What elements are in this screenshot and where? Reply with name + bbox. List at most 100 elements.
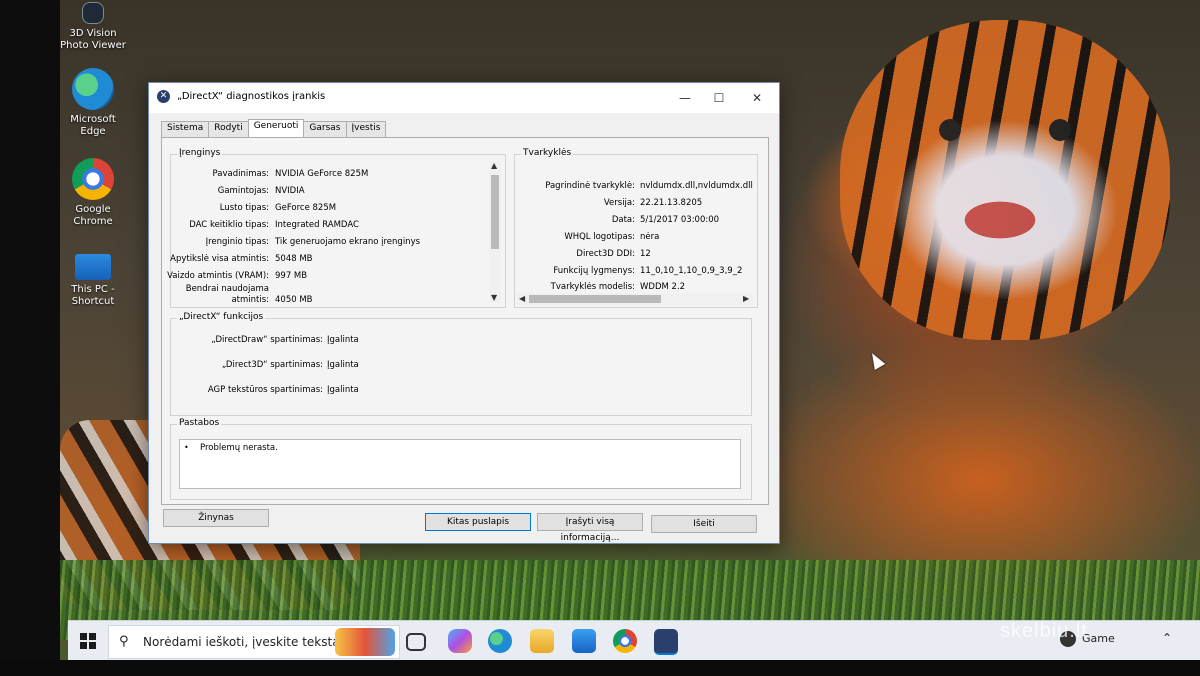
device-info-list[interactable]: Pavadinimas: NVIDIA GeForce 825M Gaminto…: [167, 155, 491, 307]
help-button[interactable]: Žinynas: [163, 509, 269, 527]
device-value: Tik generuojamo ekrano įrenginys: [275, 237, 421, 247]
device-value: NVIDIA: [275, 186, 305, 196]
device-value: 5048 MB: [275, 254, 313, 264]
driver-value: nėra: [640, 232, 660, 242]
device-value: Integrated RAMDAC: [275, 220, 359, 230]
scroll-up-icon[interactable]: ▲: [491, 161, 497, 170]
device-key: DAC keitiklio tipas:: [189, 220, 269, 230]
drivers-scrollbar[interactable]: ◀ ▶: [517, 293, 753, 305]
driver-key: Versija:: [603, 198, 635, 208]
driver-value: 22.21.13.8205: [640, 198, 703, 208]
scrollbar-thumb[interactable]: [491, 175, 499, 249]
driver-key: WHQL logotipas:: [564, 232, 635, 242]
mail-icon[interactable]: [572, 629, 596, 653]
search-icon: ⚲: [119, 634, 129, 649]
desktop-icon-label: Google Chrome: [73, 204, 113, 227]
start-button[interactable]: [80, 633, 96, 649]
save-all-info-button[interactable]: Įrašyti visą informaciją...: [537, 513, 643, 543]
scroll-left-icon[interactable]: ◀: [519, 294, 525, 303]
tab-panel-generuoti: Įrenginys Pavadinimas: NVIDIA GeForce 82…: [161, 137, 769, 505]
tab-ivestis[interactable]: Įvestis: [345, 121, 387, 137]
device-value: GeForce 825M: [275, 203, 337, 213]
device-key: Vaizdo atmintis (VRAM):: [167, 271, 269, 281]
drivers-group: Tvarkyklės Pagrindinė tvarkyklė: nvldumd…: [514, 148, 758, 308]
screen-bezel: [0, 0, 60, 676]
search-box[interactable]: ⚲ Norėdami ieškoti, įveskite tekstą: [108, 625, 400, 659]
feature-key: „Direct3D“ spartinimas:: [221, 360, 323, 370]
driver-key: Data:: [611, 215, 635, 225]
driver-value: 11_0,10_1,10_0,9_3,9_2: [640, 266, 743, 276]
feature-key: AGP tekstūros spartinimas:: [207, 385, 323, 395]
chrome-icon: [72, 158, 114, 200]
this-pc-icon: [75, 254, 111, 280]
device-key: Apytikslė visa atmintis:: [170, 254, 269, 264]
driver-value: 5/1/2017 03:00:00: [640, 215, 720, 225]
desktop-icon-3d-vision[interactable]: 3D Vision Photo Viewer: [58, 2, 128, 52]
scroll-down-icon[interactable]: ▼: [491, 293, 497, 302]
scroll-right-icon[interactable]: ▶: [743, 294, 749, 303]
tab-sistema[interactable]: Sistema: [161, 121, 210, 137]
driver-key: Tvarkyklės modelis:: [550, 282, 635, 291]
close-button[interactable]: ✕: [737, 87, 777, 109]
desktop-icon-this-pc[interactable]: This PC - Shortcut: [58, 246, 128, 308]
directx-diagnostic-window: ✕ „DirectX“ diagnostikos įrankis — ☐ ✕ S…: [148, 82, 780, 544]
device-value: NVIDIA GeForce 825M: [275, 169, 369, 179]
copilot-icon[interactable]: [448, 629, 472, 653]
drivers-info-list[interactable]: Pagrindinė tvarkyklė: nvldumdx.dll,nvldu…: [515, 155, 757, 291]
window-title: „DirectX“ diagnostikos įrankis: [177, 91, 326, 102]
exit-button[interactable]: Išeiti: [651, 515, 757, 533]
directx-icon: ✕: [157, 90, 170, 103]
driver-key: Funkcijų lygmenys:: [553, 266, 635, 276]
watermark-text: skelbiu.lt: [1000, 620, 1088, 642]
scrollbar-thumb[interactable]: [529, 295, 661, 303]
maximize-button[interactable]: ☐: [699, 87, 739, 109]
tab-rodyti[interactable]: Rodyti: [208, 121, 249, 137]
bullet-icon: •: [184, 443, 189, 452]
notes-textbox[interactable]: • Problemų nerasta.: [179, 439, 741, 489]
feature-value: Įgalinta: [327, 360, 359, 370]
directx-icon[interactable]: [654, 629, 678, 655]
edge-icon[interactable]: [488, 629, 512, 653]
feature-value: Įgalinta: [327, 385, 359, 395]
features-list: „DirectDraw“ spartinimas: Įgalinta „Dire…: [171, 319, 751, 415]
edge-icon: [72, 68, 114, 110]
notes-group: Pastabos • Problemų nerasta.: [170, 418, 752, 500]
title-bar[interactable]: ✕ „DirectX“ diagnostikos įrankis — ☐ ✕: [149, 83, 779, 113]
tab-garsas[interactable]: Garsas: [303, 121, 347, 137]
windows-logo-icon: [89, 633, 96, 640]
device-group: Įrenginys Pavadinimas: NVIDIA GeForce 82…: [167, 148, 506, 308]
driver-key: Pagrindinė tvarkyklė:: [545, 181, 635, 191]
tab-generuoti[interactable]: Generuoti: [247, 119, 305, 137]
chevron-up-icon[interactable]: ⌃: [1162, 631, 1172, 645]
desktop-icon-label: Microsoft Edge: [70, 114, 116, 137]
file-explorer-icon[interactable]: [530, 629, 554, 653]
search-placeholder: Norėdami ieškoti, įveskite tekstą: [143, 635, 340, 649]
next-page-button[interactable]: Kitas puslapis: [425, 513, 531, 531]
driver-value: nvldumdx.dll,nvldumdx.dll: [640, 181, 753, 191]
device-scrollbar[interactable]: ▲ ▼: [489, 161, 501, 303]
driver-value: 12: [640, 249, 651, 259]
device-key: Gamintojas:: [217, 186, 269, 196]
device-value: 997 MB: [275, 271, 308, 281]
device-key: Įrenginio tipas:: [205, 237, 269, 247]
driver-value: WDDM 2.2: [640, 282, 686, 291]
task-view-icon[interactable]: [406, 633, 426, 651]
feature-key: „DirectDraw“ spartinimas:: [211, 335, 323, 345]
tab-strip: Sistema Rodyti Generuoti Garsas Įvestis: [161, 119, 387, 137]
chrome-icon[interactable]: [613, 629, 637, 653]
notes-group-title: Pastabos: [177, 418, 222, 428]
notes-text: Problemų nerasta.: [200, 443, 278, 453]
device-key: Bendrai naudojama: [185, 284, 269, 294]
driver-key: Direct3D DDI:: [576, 249, 635, 259]
device-key: atmintis:: [231, 295, 269, 305]
device-key: Pavadinimas:: [212, 169, 269, 179]
directx-features-group: „DirectX“ funkcijos „DirectDraw“ spartin…: [170, 312, 752, 416]
search-highlight-icon: [335, 628, 395, 656]
screen-bezel: [0, 660, 1200, 676]
windows-logo-icon: [80, 642, 87, 649]
desktop-icon-edge[interactable]: Microsoft Edge: [58, 68, 128, 138]
desktop-icon-chrome[interactable]: Google Chrome: [58, 158, 128, 228]
desktop-icon-label: This PC - Shortcut: [71, 284, 115, 307]
windows-logo-icon: [80, 633, 87, 640]
device-value: 4050 MB: [275, 295, 313, 305]
